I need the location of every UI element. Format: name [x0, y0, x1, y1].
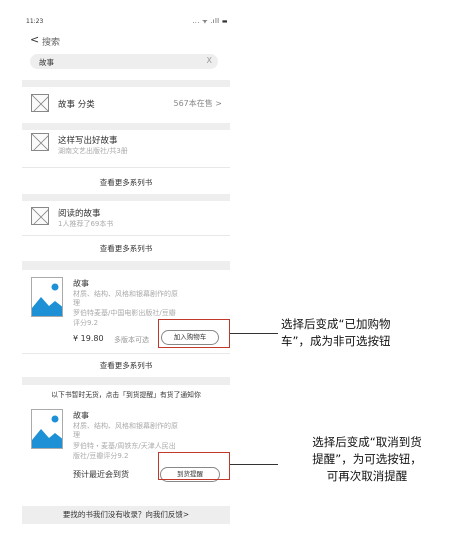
more-series-link[interactable]: 查看更多系列书 [22, 177, 230, 188]
out-of-stock-notice: 以下书暂时无货，点击「到货提醒」有货了通知你 [51, 391, 201, 399]
placeholder-image-icon [31, 94, 49, 112]
book-cover-image [31, 277, 63, 317]
divider [22, 261, 230, 270]
annotation-line-text: 可再次取消提醒 [326, 469, 408, 483]
series-subtitle: 湖南文艺出版社/共3册 [58, 147, 128, 155]
annotation-line-text: 选择后变成“已加购物 [281, 317, 391, 331]
placeholder-image-icon [31, 133, 49, 151]
signal-wifi-battery-icon: ... ᯤ .ıll ▬ [192, 18, 228, 25]
highlight-box [158, 319, 230, 348]
highlight-box [158, 452, 230, 480]
nav-bar: < 搜索 [22, 31, 230, 51]
series-item[interactable]: 这样写出好故事 湖南文艺出版社/共3册 [22, 130, 230, 166]
page-title: 搜索 [42, 38, 61, 48]
category-count: 567本在售 > [173, 99, 222, 108]
status-time: 11:23 [26, 18, 44, 25]
book-description: 理 [73, 431, 80, 439]
series-item[interactable]: 阅读的故事 1人推荐了69本书 [22, 201, 230, 237]
divider [22, 80, 230, 87]
more-series-link[interactable]: 查看更多系列书 [22, 360, 230, 371]
book-price: ¥ 19.80 [73, 334, 104, 343]
annotation-line-text: 选择后变成“取消到货 [312, 435, 422, 449]
divider [22, 235, 230, 236]
search-input[interactable]: 故事 X [30, 54, 218, 69]
annotation-text: 选择后变成“已加购物 车”，成为非可选按钮 [281, 316, 390, 350]
feedback-link[interactable]: 要找的书我们没有收录？向我们反馈> [22, 506, 230, 524]
divider [22, 194, 230, 201]
category-label: 故事 分类 [58, 100, 95, 110]
divider [22, 377, 230, 385]
divider [22, 353, 230, 354]
book-title: 故事 [73, 411, 89, 420]
series-subtitle: 1人推荐了69本书 [58, 220, 114, 228]
book-description: 理 [73, 299, 80, 307]
status-bar: 11:23 ... ᯤ .ıll ▬ [22, 14, 230, 28]
placeholder-image-icon [31, 207, 49, 225]
annotation-line [230, 333, 278, 334]
annotation-line-text: 提醒”，为可选按钮， [312, 452, 422, 466]
divider [22, 167, 230, 168]
series-title: 这样写出好故事 [58, 136, 118, 146]
annotation-line-text: 车”，成为非可选按钮 [281, 334, 391, 348]
book-rating: 评分9.2 [73, 319, 99, 327]
book-cover-image [31, 409, 63, 449]
series-title: 阅读的故事 [58, 209, 101, 219]
book-author: 罗伯特・麦基/周铁东/天津人民出 [73, 442, 176, 450]
back-icon[interactable]: < [30, 33, 39, 46]
divider [22, 123, 230, 130]
search-query: 故事 [39, 58, 54, 67]
book-author: 版社/豆瓣评分9.2 [73, 452, 129, 460]
book-title: 故事 [73, 279, 89, 288]
clear-icon[interactable]: X [207, 56, 212, 65]
annotation-text: 选择后变成“取消到货 提醒”，为可选按钮， 可再次取消提醒 [286, 434, 448, 485]
book-description: 材质、结构、风格和银幕剧作的原 [73, 290, 178, 298]
more-series-link[interactable]: 查看更多系列书 [22, 243, 230, 254]
category-row[interactable]: 故事 分类 567本在售 > [22, 87, 230, 121]
arrival-estimate: 预计最近会到货 [73, 470, 129, 479]
annotation-line [230, 464, 278, 465]
multi-version-label: 多版本可选 [114, 336, 149, 344]
book-description: 材质、结构、风格和银幕剧作的原 [73, 422, 178, 430]
book-author: 罗伯特麦基/中国电影出版社/豆瓣 [73, 309, 176, 317]
